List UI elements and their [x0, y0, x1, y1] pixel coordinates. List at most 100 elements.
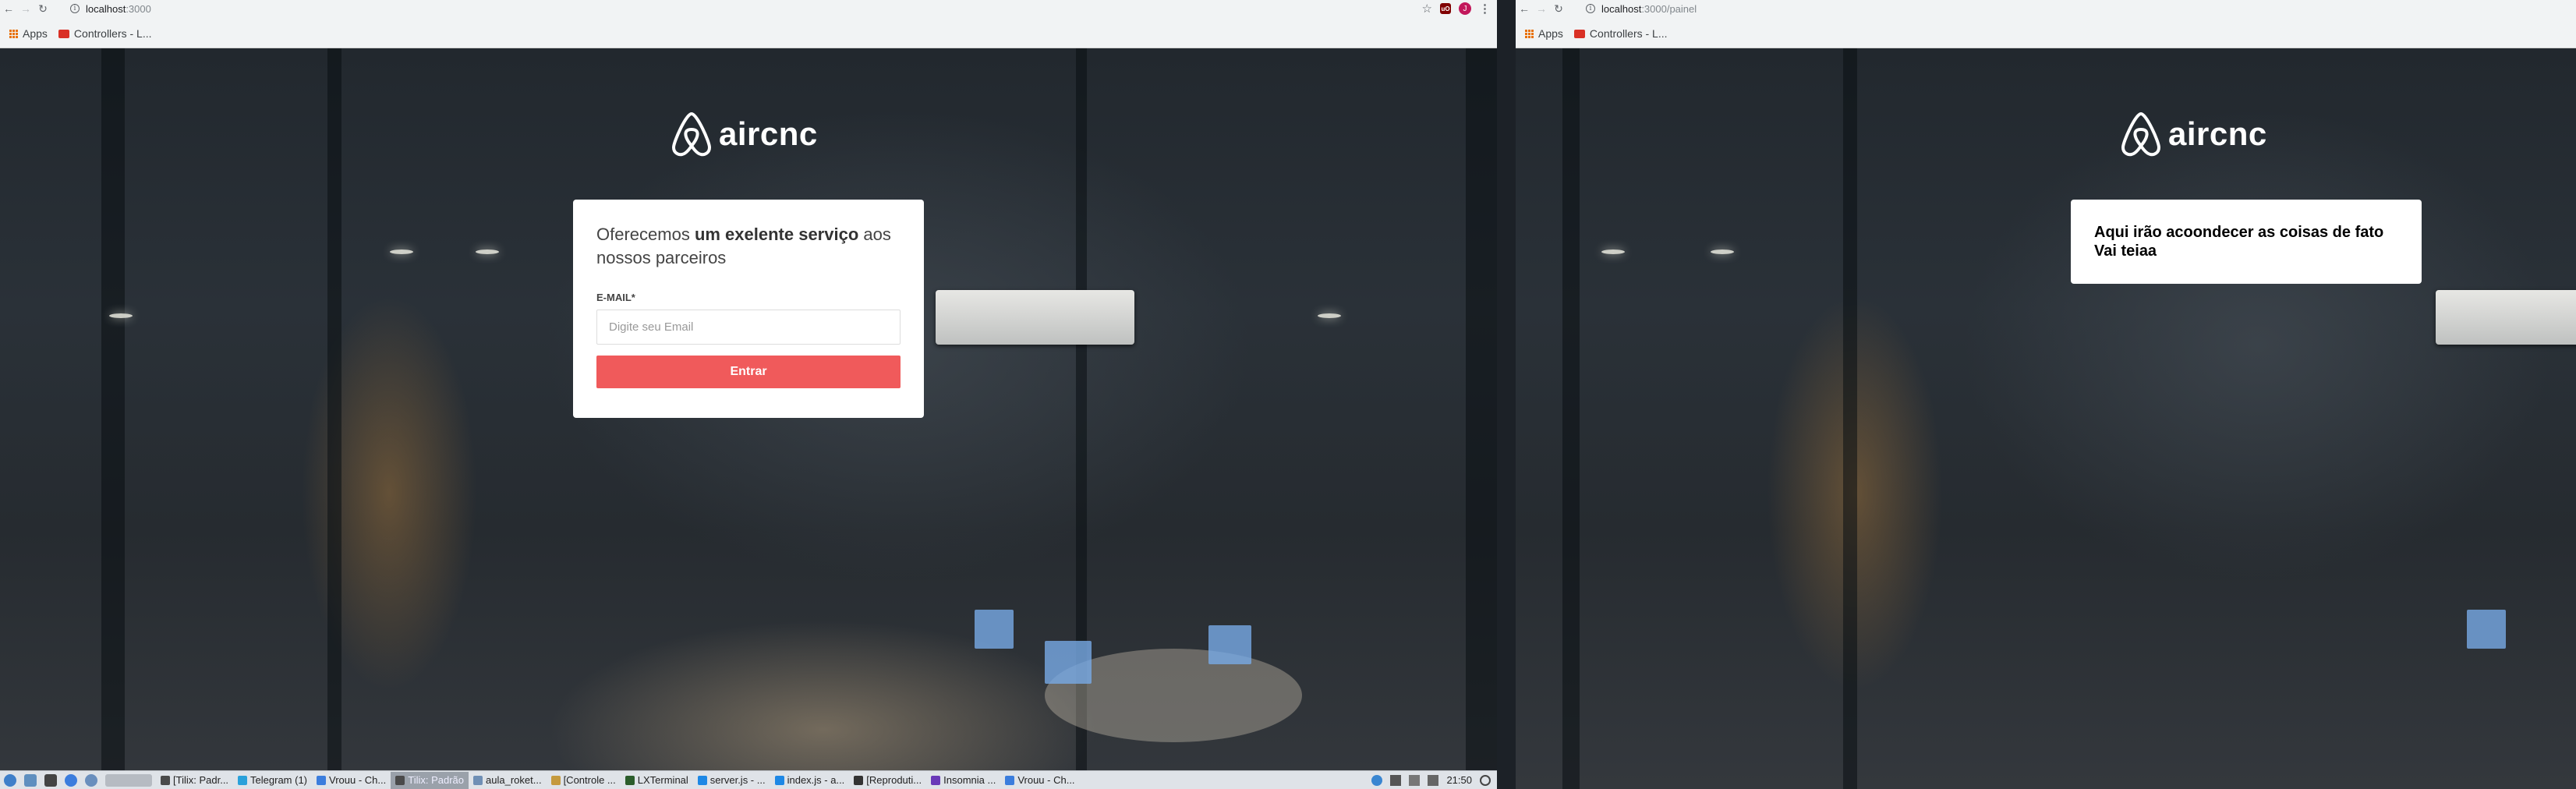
- bookmark-star-icon[interactable]: ☆: [1422, 2, 1432, 16]
- vscode-icon: [697, 775, 707, 785]
- profile-avatar[interactable]: J: [1459, 2, 1471, 15]
- display-icon[interactable]: [1390, 774, 1402, 786]
- login-page: aircnc Oferecemos um exelente serviço ao…: [0, 48, 1497, 789]
- chrome-icon: [1005, 775, 1015, 785]
- taskbar-task-label: Telegram (1): [250, 774, 308, 786]
- bookmark-apps[interactable]: Apps: [1525, 27, 1563, 40]
- desktop-pager[interactable]: [101, 772, 156, 789]
- taskbar-task[interactable]: [Tilix: Padr...: [156, 772, 233, 789]
- search-launcher[interactable]: [81, 772, 101, 789]
- menu-icon[interactable]: ⋮: [1479, 2, 1491, 16]
- ceiling-light: [109, 313, 133, 318]
- ceiling-light: [1711, 249, 1734, 254]
- clock[interactable]: 21:50: [1446, 774, 1472, 786]
- taskbar-task-label: [Controle ...: [563, 774, 616, 786]
- task-list: [Tilix: Padr... Telegram (1) Vrouu - Ch...…: [156, 771, 1080, 789]
- submit-button[interactable]: Entrar: [596, 356, 901, 388]
- taskbar-task-label: Vrouu - Ch...: [329, 774, 387, 786]
- bookmark-label: Apps: [23, 27, 48, 40]
- bookmark-label: Controllers - L...: [1589, 27, 1668, 40]
- taskbar-task[interactable]: index.js - a...: [770, 772, 850, 789]
- email-input[interactable]: [596, 310, 901, 345]
- bookmark-label: Apps: [1538, 27, 1563, 40]
- toolbar-actions: ☆ uO J ⋮: [1422, 0, 1497, 17]
- url-path: :3000: [126, 2, 151, 15]
- aircnc-logo: aircnc: [671, 111, 818, 157]
- browser-launcher[interactable]: [61, 772, 81, 789]
- taskbar-task[interactable]: Tilix: Padrão: [391, 771, 469, 789]
- taskbar-task-label: [Tilix: Padr...: [173, 774, 229, 786]
- address-bar[interactable]: localhost:3000/painel: [1601, 3, 1697, 15]
- login-intro: Oferecemos um exelente serviço aos nosso…: [596, 225, 891, 267]
- file-manager-launcher[interactable]: [20, 772, 41, 789]
- back-button[interactable]: ←: [0, 0, 17, 17]
- painel-page: aircnc Aqui irão acoondecer as coisas de…: [1516, 48, 2576, 789]
- forward-button[interactable]: →: [17, 0, 34, 17]
- ceiling-light: [476, 249, 499, 254]
- navigation-bar: ← → ↻ i localhost:3000 ☆ uO J ⋮: [0, 0, 1497, 17]
- monitor-gap: [1497, 0, 1516, 789]
- taskbar-task-label: LXTerminal: [637, 774, 688, 786]
- telegram-icon: [238, 775, 248, 785]
- site-info-icon[interactable]: i: [70, 4, 80, 13]
- taskbar-task-label: index.js - a...: [787, 774, 845, 786]
- site-info-icon[interactable]: i: [1586, 4, 1595, 13]
- power-icon[interactable]: [1480, 774, 1491, 786]
- taskbar: [Tilix: Padr... Telegram (1) Vrouu - Ch...…: [0, 770, 1497, 789]
- terminal-launcher[interactable]: [41, 772, 61, 789]
- bookmark-controllers[interactable]: Controllers - L...: [58, 27, 152, 40]
- back-button[interactable]: ←: [1516, 0, 1533, 17]
- laptop-screen: [2467, 610, 2506, 649]
- start-menu-button[interactable]: [0, 772, 20, 789]
- reload-button[interactable]: ↻: [34, 0, 51, 17]
- terminal-icon: [625, 775, 635, 785]
- login-form: E-MAIL* Entrar: [596, 292, 901, 388]
- laravel-favicon-icon: [58, 29, 69, 38]
- aircnc-logo: aircnc: [2120, 111, 2267, 157]
- navigation-bar: ← → ↻ i localhost:3000/painel: [1516, 0, 2576, 17]
- url-host: localhost: [86, 2, 126, 15]
- ublock-extension-icon[interactable]: uO: [1440, 3, 1451, 14]
- taskbar-task[interactable]: Telegram (1): [233, 772, 312, 789]
- bookmarks-bar: Apps Controllers - L...: [0, 23, 1497, 44]
- bookmark-label: Controllers - L...: [73, 27, 152, 40]
- browser-chrome: ← → ↻ i localhost:3000/painel Apps Contr…: [1516, 0, 2576, 48]
- system-tray: 21:50: [1371, 774, 1497, 786]
- taskbar-task[interactable]: aula_roket...: [469, 772, 547, 789]
- file-manager-icon: [550, 775, 561, 785]
- glass-frame: [1466, 48, 1497, 789]
- bookmarks-bar: Apps Controllers - L...: [1516, 23, 2576, 44]
- bookmark-apps[interactable]: Apps: [9, 27, 48, 40]
- taskbar-task-label: aula_roket...: [486, 774, 542, 786]
- glass-frame: [1843, 48, 1857, 789]
- logo-text: aircnc: [719, 115, 818, 152]
- taskbar-task[interactable]: Vrouu - Ch...: [312, 772, 391, 789]
- chrome-icon: [317, 775, 327, 785]
- volume-icon[interactable]: [1428, 774, 1439, 786]
- taskbar-task[interactable]: server.js - ...: [693, 772, 770, 789]
- address-bar[interactable]: localhost:3000: [86, 3, 151, 15]
- laptop-screen: [1045, 641, 1092, 684]
- network-icon[interactable]: [1409, 774, 1421, 786]
- forward-button[interactable]: →: [1533, 0, 1550, 17]
- apps-grid-icon: [9, 29, 18, 38]
- taskbar-task[interactable]: Vrouu - Ch...: [1000, 772, 1079, 789]
- login-card: Oferecemos um exelente serviço aos nosso…: [573, 200, 924, 418]
- taskbar-task-label: [Reproduti...: [866, 774, 922, 786]
- taskbar-task[interactable]: [Controle ...: [547, 772, 621, 789]
- reload-button[interactable]: ↻: [1550, 0, 1567, 17]
- left-screen: ← → ↻ i localhost:3000 ☆ uO J ⋮ Apps Con…: [0, 0, 1497, 789]
- taskbar-task-label: server.js - ...: [709, 774, 766, 786]
- url-path: :3000/painel: [1641, 2, 1697, 15]
- painel-message-line2: Vai teiaa: [2094, 242, 2157, 260]
- bluetooth-icon[interactable]: [1371, 774, 1383, 786]
- taskbar-task[interactable]: [Reproduti...: [849, 772, 926, 789]
- laptop-screen: [1208, 625, 1251, 664]
- media-player-icon: [854, 775, 864, 785]
- taskbar-task[interactable]: Insomnia ...: [926, 772, 1000, 789]
- bookmark-controllers[interactable]: Controllers - L...: [1573, 27, 1668, 40]
- url-host: localhost: [1601, 2, 1642, 15]
- taskbar-task[interactable]: LXTerminal: [621, 772, 693, 789]
- air-conditioner: [2436, 290, 2576, 345]
- taskbar-task-label: Vrouu - Ch...: [1017, 774, 1075, 786]
